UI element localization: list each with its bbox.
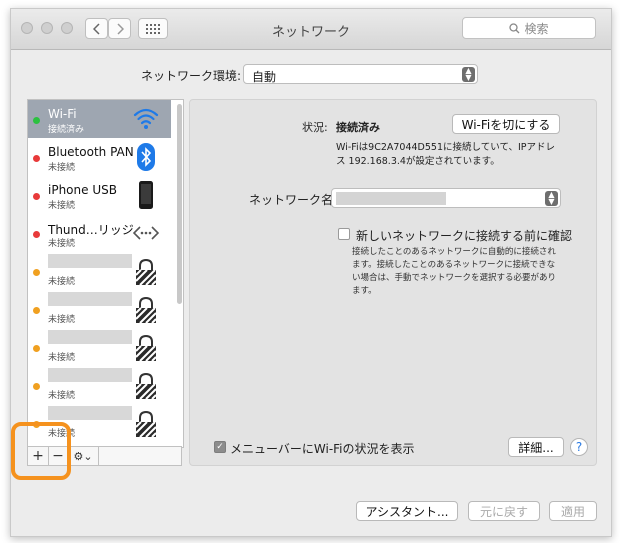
redacted-service-name <box>48 406 132 420</box>
advanced-button[interactable]: 詳細... <box>508 437 564 457</box>
status-description-line-1: Wi-Fiは9C2A7044D551に接続していて、IPアドレ <box>336 142 555 153</box>
service-item[interactable]: Thund…リッジ 未接続 <box>28 214 171 252</box>
lock-icon <box>133 332 159 362</box>
assistant-button[interactable]: アシスタント... <box>356 501 458 521</box>
network-preferences-window: ネットワーク 検索 ネットワーク環境: 自動 ▲ ▼ Wi-Fi 接続済み Bluet… <box>10 8 612 537</box>
status-dot <box>33 269 40 276</box>
list-scrollbar[interactable] <box>177 104 182 304</box>
wifi-icon <box>133 104 159 134</box>
lock-icon <box>133 294 159 324</box>
ask-to-join-description-line: 接続したことのあるネットワークに自動的に接続され <box>352 247 556 257</box>
redacted-service-name <box>48 292 132 306</box>
status-dot <box>33 193 40 200</box>
service-item[interactable]: 未接続 <box>28 328 171 366</box>
iphone-icon <box>133 180 159 210</box>
redacted-service-name <box>48 330 132 344</box>
ask-to-join-description-line: ます。接続したことのあるネットワークに接続できな <box>352 260 556 270</box>
service-status: 未接続 <box>48 239 76 249</box>
updown-arrows-icon: ▲ ▼ <box>545 191 558 206</box>
service-name: iPhone USB <box>48 183 117 197</box>
ask-to-join-checkbox[interactable] <box>338 228 350 240</box>
show-in-menubar-checkbox[interactable]: ✓ <box>214 441 226 453</box>
service-name: Wi-Fi <box>48 107 77 121</box>
location-value: 自動 <box>252 70 277 84</box>
lock-icon <box>133 256 159 286</box>
titlebar: ネットワーク 検索 <box>11 9 611 50</box>
service-item[interactable]: Bluetooth PAN 未接続 <box>28 138 171 176</box>
service-status: 未接続 <box>48 201 76 211</box>
apply-button[interactable]: 適用 <box>549 501 597 521</box>
lock-icon <box>133 370 159 400</box>
checkmark-icon: ✓ <box>216 442 224 452</box>
network-name-select[interactable]: ▲ ▼ <box>331 188 561 208</box>
status-dot <box>33 307 40 314</box>
status-dot <box>33 155 40 162</box>
service-item[interactable]: 未接続 <box>28 252 171 290</box>
status-value: 接続済み <box>336 121 380 134</box>
service-status: 未接続 <box>48 391 76 401</box>
status-dot <box>33 231 40 238</box>
service-status: 接続済み <box>48 125 85 135</box>
lock-icon <box>133 408 159 438</box>
service-status: 未接続 <box>48 315 76 325</box>
service-status: 未接続 <box>48 163 76 173</box>
service-status: 未接続 <box>48 277 76 287</box>
ask-to-join-description: 接続したことのあるネットワークに自動的に接続され ます。接続したことのあるネット… <box>352 246 567 298</box>
thunderbolt-bridge-icon <box>132 218 160 248</box>
location-row: ネットワーク環境: 自動 ▲ ▼ <box>11 64 611 86</box>
search-placeholder: 検索 <box>524 21 549 36</box>
show-in-menubar-label: メニューバーにWi-Fiの状況を表示 <box>230 442 415 456</box>
service-item[interactable]: 未接続 <box>28 290 171 328</box>
status-dot <box>33 117 40 124</box>
ask-to-join-description-line: い場合は、手動でネットワークを選択する必要があり <box>352 273 557 283</box>
service-list[interactable]: Wi-Fi 接続済み Bluetooth PAN 未接続 iPhone USB 未接続 Th… <box>27 99 184 448</box>
status-dot <box>33 383 40 390</box>
location-label: ネットワーク環境: <box>141 69 242 83</box>
search-field[interactable]: 検索 <box>462 17 596 39</box>
service-item[interactable]: iPhone USB 未接続 <box>28 176 171 214</box>
redacted-service-name <box>48 368 132 382</box>
search-icon <box>509 22 520 33</box>
status-dot <box>33 345 40 352</box>
detail-panel: 状況: 接続済み Wi-Fiを切にする Wi-Fiは9C2A7044D551に接… <box>189 99 597 466</box>
ask-to-join-description-line: ます。 <box>352 286 377 296</box>
status-label: 状況: <box>302 121 328 134</box>
service-name: Bluetooth PAN <box>48 145 134 159</box>
network-name-label: ネットワーク名: <box>249 193 338 207</box>
location-select[interactable]: 自動 ▲ ▼ <box>243 64 478 84</box>
updown-arrows-icon: ▲ ▼ <box>462 67 475 82</box>
status-description-line-2: ス 192.168.3.4が設定されています。 <box>336 156 500 167</box>
help-button[interactable]: ? <box>570 438 588 456</box>
ask-to-join-label: 新しいネットワークに接続する前に確認 <box>356 229 573 243</box>
redacted-network-name <box>336 192 446 205</box>
add-remove-highlight <box>11 422 71 480</box>
service-item[interactable]: Wi-Fi 接続済み <box>28 100 171 138</box>
service-item[interactable]: 未接続 <box>28 366 171 404</box>
service-status: 未接続 <box>48 353 76 363</box>
revert-button[interactable]: 元に戻す <box>468 501 540 521</box>
redacted-service-name <box>48 254 132 268</box>
turn-off-wifi-button[interactable]: Wi-Fiを切にする <box>452 114 560 134</box>
action-menu-button[interactable]: ⚙︎⌄ <box>68 447 99 465</box>
bluetooth-icon <box>133 142 159 172</box>
